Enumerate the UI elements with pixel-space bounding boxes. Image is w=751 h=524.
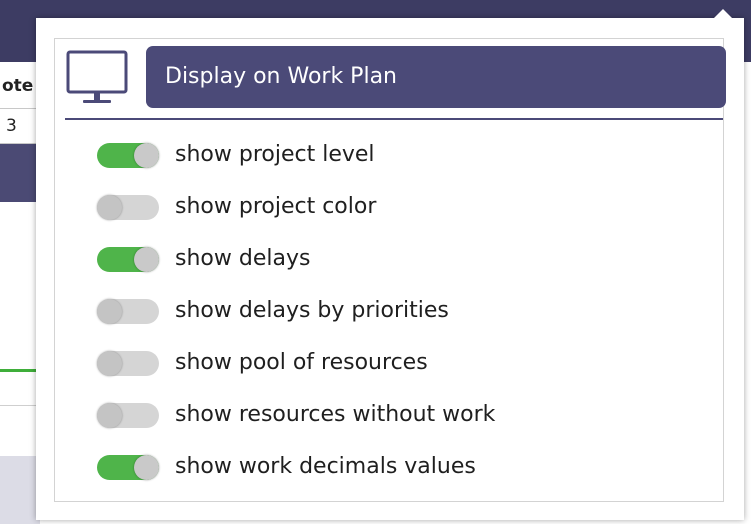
toggle-switch[interactable] [97, 143, 159, 168]
monitor-icon [65, 49, 131, 109]
option-show-delays[interactable]: show delays [55, 243, 715, 295]
display-options-list: show project level show project color sh… [55, 139, 715, 503]
toggle-switch[interactable] [97, 403, 159, 428]
option-label: show pool of resources [175, 350, 428, 375]
toggle-switch[interactable] [97, 299, 159, 324]
toggle-knob [97, 351, 122, 376]
option-show-project-level[interactable]: show project level [55, 139, 715, 191]
option-show-resources-without-work[interactable]: show resources without work [55, 399, 715, 451]
row-divider [0, 405, 40, 406]
table-highlight-row [0, 144, 40, 202]
toggle-switch[interactable] [97, 195, 159, 220]
option-show-project-color[interactable]: show project color [55, 191, 715, 243]
option-label: show project level [175, 142, 375, 167]
option-label: show resources without work [175, 402, 496, 427]
progress-line [0, 369, 40, 372]
panel-title: Display on Work Plan [146, 46, 726, 108]
option-label: show delays by priorities [175, 298, 449, 323]
toggle-knob [134, 247, 159, 272]
table-header-text: ote [2, 76, 34, 96]
footer-area [0, 456, 40, 524]
display-options-panel: Display on Work Plan show project level … [54, 38, 726, 503]
toggle-knob [97, 403, 122, 428]
option-show-work-decimals-values[interactable]: show work decimals values [55, 451, 715, 503]
option-label: show delays [175, 246, 311, 271]
toggle-knob [97, 299, 122, 324]
toggle-knob [134, 143, 159, 168]
toggle-switch[interactable] [97, 455, 159, 480]
option-show-pool-of-resources[interactable]: show pool of resources [55, 347, 715, 399]
option-show-delays-by-priorities[interactable]: show delays by priorities [55, 295, 715, 347]
popover-arrow [714, 9, 732, 18]
toggle-knob [134, 455, 159, 480]
toggle-knob [97, 195, 122, 220]
option-label: show work decimals values [175, 454, 476, 479]
option-label: show project color [175, 194, 377, 219]
toggle-switch[interactable] [97, 351, 159, 376]
display-options-popover: Display on Work Plan show project level … [36, 9, 744, 520]
toggle-switch[interactable] [97, 247, 159, 272]
table-cell-value: 3 [6, 116, 17, 136]
title-divider [65, 118, 723, 120]
